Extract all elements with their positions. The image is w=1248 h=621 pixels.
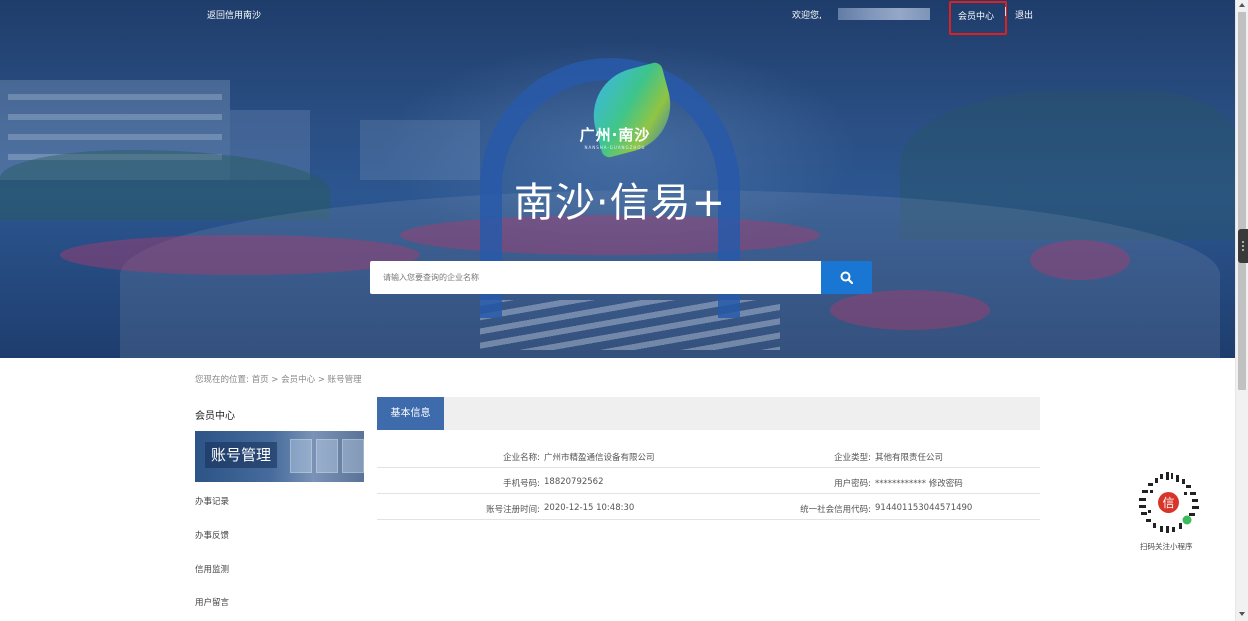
password-mask: ************ — [875, 479, 926, 489]
sidebar-item-account-management[interactable]: 账号管理 — [195, 431, 364, 482]
register-time-value: 2020-12-15 10:48:30 — [544, 503, 635, 513]
table-row: 账号注册时间: 2020-12-15 10:48:30 统一社会信用代码: 91… — [377, 494, 1040, 520]
credit-code-value: 914401153044571490 — [875, 503, 973, 513]
username-redacted — [838, 8, 930, 20]
sidebar-item-credit-monitor[interactable]: 信用监测 — [195, 563, 229, 575]
tab-bar: 基本信息 — [377, 397, 1040, 430]
city-logo-en: NANSHA·GUANGZHOU — [584, 145, 646, 150]
scroll-up-icon[interactable] — [1239, 3, 1245, 7]
breadcrumb: 您现在的位置: 首页 > 会员中心 > 账号管理 — [195, 373, 362, 385]
table-row: 手机号码: 18820792562 用户密码: ************ 修改密… — [377, 468, 1040, 494]
company-name-label: 企业名称: — [503, 453, 540, 463]
search-button[interactable] — [821, 261, 872, 294]
welcome-text: 欢迎您, — [792, 11, 822, 21]
member-center-highlight[interactable]: 会员中心 — [949, 1, 1007, 35]
breadcrumb-separator: > — [317, 375, 325, 385]
back-to-credit-link[interactable]: 返回信用南沙 — [207, 8, 261, 21]
breadcrumb-home[interactable]: 首页 — [252, 375, 269, 385]
mini-program-qr-icon[interactable]: 信 — [1136, 470, 1201, 535]
scroll-down-icon[interactable] — [1239, 612, 1245, 616]
page-slogan: 南沙·信易+ — [513, 180, 727, 226]
sidebar-item-messages[interactable]: 用户留言 — [195, 596, 229, 608]
change-password-link[interactable]: 修改密码 — [929, 479, 963, 489]
qr-caption: 扫码关注小程序 — [1140, 542, 1193, 551]
phone-label: 手机号码: — [503, 479, 540, 489]
credit-code-label: 统一社会信用代码: — [800, 505, 871, 515]
search-bar — [370, 261, 872, 294]
phone-value: 18820792562 — [544, 477, 604, 487]
city-logo-cn: 广州·南沙 — [579, 126, 651, 144]
password-field: ************ 修改密码 — [875, 477, 963, 489]
city-logo: 广州·南沙 NANSHA·GUANGZHOU — [570, 124, 660, 150]
scrollbar-thumb[interactable] — [1238, 12, 1246, 390]
company-type-label: 企业类型: — [834, 453, 871, 463]
basic-info-table: 企业名称: 广州市精盈通信设备有限公司 企业类型: 其他有限责任公司 手机号码:… — [377, 442, 1040, 520]
sidebar-title: 会员中心 — [195, 411, 235, 422]
breadcrumb-prefix: 您现在的位置: — [195, 375, 249, 385]
breadcrumb-current: 账号管理 — [327, 375, 362, 385]
sidebar-item-feedback[interactable]: 办事反馈 — [195, 529, 229, 541]
side-drawer-handle[interactable] — [1238, 229, 1248, 263]
topbar-separator: | — [1004, 7, 1008, 17]
flower-bed — [830, 290, 990, 330]
flower-bed — [1030, 240, 1130, 280]
sidebar-active-label: 账号管理 — [205, 442, 278, 468]
breadcrumb-separator: > — [271, 375, 279, 385]
qr-center-char: 信 — [1162, 496, 1174, 510]
company-search-input[interactable] — [370, 261, 821, 294]
flower-bed — [60, 235, 420, 275]
top-bar: 返回信用南沙 欢迎您, 会员中心 | 退出 — [0, 0, 1235, 35]
tab-basic-info[interactable]: 基本信息 — [377, 397, 444, 430]
breadcrumb-member-center[interactable]: 会员中心 — [281, 375, 315, 385]
member-center-link[interactable]: 会员中心 — [958, 9, 994, 22]
register-time-label: 账号注册时间: — [486, 505, 540, 515]
company-name-value: 广州市精盈通信设备有限公司 — [544, 453, 655, 463]
table-row: 企业名称: 广州市精盈通信设备有限公司 企业类型: 其他有限责任公司 — [377, 442, 1040, 468]
page-scrollbar[interactable] — [1235, 0, 1248, 621]
search-icon — [840, 271, 853, 284]
logout-link[interactable]: 退出 — [1015, 8, 1033, 21]
hero-banner: 广州·南沙 NANSHA·GUANGZHOU 南沙·信易+ — [0, 0, 1235, 358]
password-label: 用户密码: — [834, 479, 871, 489]
company-type-value: 其他有限责任公司 — [875, 453, 944, 463]
sidebar-item-records[interactable]: 办事记录 — [195, 495, 229, 507]
